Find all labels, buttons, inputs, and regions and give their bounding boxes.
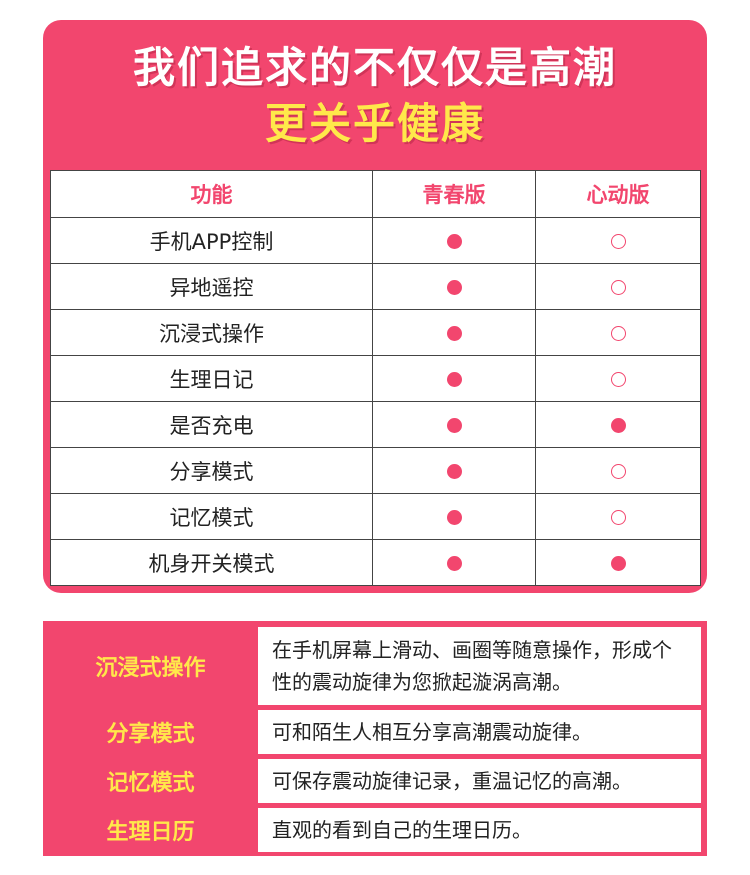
table-row: 是否充电	[50, 401, 701, 448]
empty-circle-icon	[610, 464, 626, 479]
empty-circle-icon	[610, 372, 626, 387]
feature-name-cell: 分享模式	[50, 447, 373, 494]
comparison-card: 我们追求的不仅仅是高潮 更关乎健康 功能 青春版 心动版 手机APP控制 异地遥控…	[43, 20, 707, 593]
filled-circle-icon	[446, 280, 462, 295]
table-row: 记忆模式	[50, 493, 701, 540]
heart-support-cell	[535, 401, 701, 448]
description-text: 直观的看到自己的生理日历。	[258, 808, 701, 852]
table-row: 机身开关模式	[50, 539, 701, 586]
youth-support-cell	[372, 217, 536, 264]
empty-circle-icon	[610, 234, 626, 249]
youth-support-cell	[372, 309, 536, 356]
table-body: 手机APP控制 异地遥控 沉浸式操作 生理日记 是否充电 分享模式 记忆模式 机身开关模式	[50, 217, 701, 586]
filled-circle-icon	[446, 372, 462, 387]
feature-name-cell: 机身开关模式	[50, 539, 373, 586]
description-text: 可保存震动旋律记录，重温记忆的高潮。	[258, 759, 701, 803]
feature-name-cell: 是否充电	[50, 401, 373, 448]
youth-support-cell	[372, 355, 536, 402]
headline-primary: 我们追求的不仅仅是高潮	[132, 43, 617, 92]
youth-support-cell	[372, 263, 536, 310]
heart-support-cell	[535, 217, 701, 264]
table-row: 分享模式	[50, 447, 701, 494]
heart-support-cell	[535, 539, 701, 586]
filled-circle-icon	[446, 326, 462, 341]
description-label: 分享模式	[106, 722, 195, 747]
table-row: 沉浸式操作	[50, 309, 701, 356]
youth-support-cell	[372, 447, 536, 494]
filled-circle-icon	[610, 556, 626, 571]
description-row: 记忆模式 可保存震动旋律记录，重温记忆的高潮。	[43, 759, 701, 803]
empty-circle-icon	[610, 510, 626, 525]
table-header-row: 功能 青春版 心动版	[50, 170, 701, 218]
feature-name-cell: 记忆模式	[50, 493, 373, 540]
feature-name-cell: 沉浸式操作	[50, 309, 373, 356]
description-label: 沉浸式操作	[95, 656, 206, 681]
feature-name-cell: 异地遥控	[50, 263, 373, 310]
feature-description-panel: 沉浸式操作 在手机屏幕上滑动、画圈等随意操作，形成个性的震动旋律为您掀起漩涡高潮。…	[43, 621, 707, 856]
table-row: 生理日记	[50, 355, 701, 402]
description-label: 生理日历	[106, 820, 195, 845]
filled-circle-icon	[446, 464, 462, 479]
filled-circle-icon	[446, 234, 462, 249]
description-row: 生理日历 直观的看到自己的生理日历。	[43, 808, 701, 852]
feature-name-cell: 生理日记	[50, 355, 373, 402]
column-header-heart: 心动版	[535, 170, 701, 218]
youth-support-cell	[372, 401, 536, 448]
table-row: 异地遥控	[50, 263, 701, 310]
youth-support-cell	[372, 493, 536, 540]
description-row: 分享模式 可和陌生人相互分享高潮震动旋律。	[43, 710, 701, 754]
filled-circle-icon	[446, 556, 462, 571]
feature-comparison-table: 功能 青春版 心动版 手机APP控制 异地遥控 沉浸式操作 生理日记 是否充电 分享模式记…	[50, 170, 701, 586]
heart-support-cell	[535, 447, 701, 494]
empty-circle-icon	[610, 280, 626, 295]
description-row: 沉浸式操作 在手机屏幕上滑动、画圈等随意操作，形成个性的震动旋律为您掀起漩涡高潮。	[43, 627, 701, 705]
column-header-feature: 功能	[50, 170, 373, 218]
heart-support-cell	[535, 309, 701, 356]
table-row: 手机APP控制	[50, 217, 701, 264]
feature-name-cell: 手机APP控制	[50, 217, 373, 264]
filled-circle-icon	[610, 418, 626, 433]
headline-secondary: 更关乎健康	[264, 99, 485, 148]
heart-support-cell	[535, 355, 701, 402]
description-label: 记忆模式	[106, 771, 195, 796]
description-text: 可和陌生人相互分享高潮震动旋律。	[258, 710, 701, 754]
filled-circle-icon	[446, 510, 462, 525]
heart-support-cell	[535, 263, 701, 310]
empty-circle-icon	[610, 326, 626, 341]
heart-support-cell	[535, 493, 701, 540]
filled-circle-icon	[446, 418, 462, 433]
column-header-youth: 青春版	[372, 170, 536, 218]
youth-support-cell	[372, 539, 536, 586]
description-text: 在手机屏幕上滑动、画圈等随意操作，形成个性的震动旋律为您掀起漩涡高潮。	[258, 627, 701, 705]
